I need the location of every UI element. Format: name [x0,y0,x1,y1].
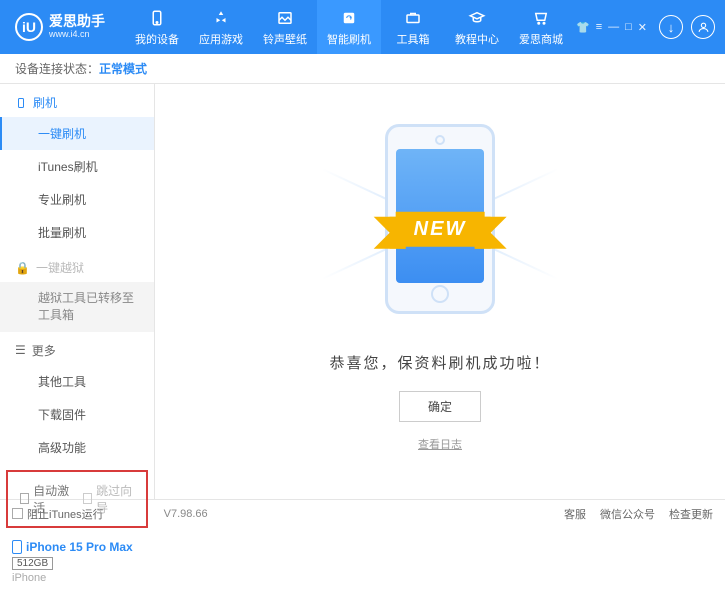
logo-title: 爱思助手 [49,14,105,29]
device-type: iPhone [12,572,142,584]
sidebar-item-other[interactable]: 其他工具 [0,365,154,398]
device-info[interactable]: iPhone 15 Pro Max 512GB iPhone [0,534,154,594]
toolbox-icon [403,8,423,28]
nav-ringtones[interactable]: 铃声壁纸 [253,0,317,54]
user-button[interactable] [691,15,715,39]
header-controls: 👕 ≡ — □ ✕ ↓ [576,15,715,39]
header: iU 爱思助手 www.i4.cn 我的设备 应用游戏 铃声壁纸 智能刷机 工具… [0,0,725,54]
checkbox-skip-setup[interactable]: 跳过向导 [83,482,134,516]
sidebar-item-oneclick[interactable]: 一键刷机 [0,117,154,150]
minimize-icon[interactable]: — [608,21,619,34]
status-label: 设备连接状态： [15,60,99,77]
sidebar-item-download[interactable]: 下载固件 [0,398,154,431]
menu-icon[interactable]: ≡ [596,21,602,34]
skin-icon[interactable]: 👕 [576,21,590,34]
checkbox-icon [83,493,92,504]
checkbox-icon [20,493,29,504]
sidebar-section-flash[interactable]: 刷机 [0,84,154,117]
device-name: iPhone 15 Pro Max [26,540,133,554]
close-icon[interactable]: ✕ [638,21,647,34]
sidebar-section-more[interactable]: ☰更多 [0,332,154,365]
status-mode: 正常模式 [99,60,147,77]
success-message: 恭喜您，保资料刷机成功啦！ [329,352,550,373]
checkbox-highlight-box: 自动激活 跳过向导 [6,470,148,528]
footer-link-update[interactable]: 检查更新 [669,506,713,522]
main-content: NEW 恭喜您，保资料刷机成功啦！ 确定 查看日志 [155,84,725,499]
cart-icon [531,8,551,28]
nav-tutorials[interactable]: 教程中心 [445,0,509,54]
sidebar-item-batch[interactable]: 批量刷机 [0,216,154,249]
phone-icon [147,8,167,28]
sidebar-item-itunes[interactable]: iTunes刷机 [0,150,154,183]
ok-button[interactable]: 确定 [399,391,481,422]
logo[interactable]: iU 爱思助手 www.i4.cn [15,13,105,41]
download-button[interactable]: ↓ [659,15,683,39]
apps-icon [211,8,231,28]
menu-list-icon: ☰ [15,343,26,357]
device-icon [12,540,22,554]
footer-link-support[interactable]: 客服 [564,506,586,522]
device-storage: 512GB [12,557,53,570]
graduation-icon [467,8,487,28]
nav-toolbox[interactable]: 工具箱 [381,0,445,54]
checkbox-auto-activate[interactable]: 自动激活 [20,482,71,516]
view-log-link[interactable]: 查看日志 [418,436,462,452]
sidebar-item-advanced[interactable]: 高级功能 [0,431,154,464]
nav-smart-flash[interactable]: 智能刷机 [317,0,381,54]
nav-my-device[interactable]: 我的设备 [125,0,189,54]
status-bar: 设备连接状态： 正常模式 [0,54,725,84]
phone-flash-icon [15,97,27,109]
sidebar-section-jailbreak: 🔒一键越狱 [0,249,154,282]
nav: 我的设备 应用游戏 铃声壁纸 智能刷机 工具箱 教程中心 爱思商城 [125,0,576,54]
footer-link-wechat[interactable]: 微信公众号 [600,506,655,522]
nav-store[interactable]: 爱思商城 [509,0,573,54]
logo-subtitle: www.i4.cn [49,30,105,40]
image-icon [275,8,295,28]
nav-apps-games[interactable]: 应用游戏 [189,0,253,54]
refresh-icon [339,8,359,28]
logo-icon: iU [15,13,43,41]
sidebar: 刷机 一键刷机 iTunes刷机 专业刷机 批量刷机 🔒一键越狱 越狱工具已转移… [0,84,155,499]
sidebar-jailbreak-note: 越狱工具已转移至工具箱 [0,282,154,332]
version-label: V7.98.66 [164,508,208,520]
lock-icon: 🔒 [15,261,30,275]
sidebar-item-pro[interactable]: 专业刷机 [0,183,154,216]
new-badge: NEW [396,212,485,247]
maximize-icon[interactable]: □ [625,21,632,34]
success-illustration: NEW [340,114,540,334]
